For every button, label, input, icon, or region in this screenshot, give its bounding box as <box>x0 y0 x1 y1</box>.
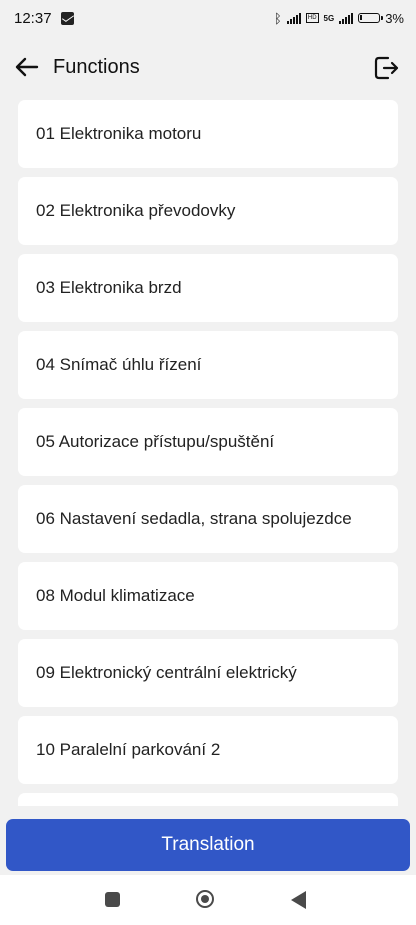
function-item[interactable]: 03 Elektronika brzd <box>18 254 398 322</box>
function-item[interactable]: 09 Elektronický centrální elektrický <box>18 639 398 707</box>
bluetooth-icon: ᛒ <box>274 10 282 26</box>
signal-icon <box>286 12 301 24</box>
function-item-label: 03 Elektronika brzd <box>36 278 182 297</box>
function-item-label: 10 Paralelní parkování 2 <box>36 740 221 759</box>
battery-level: 3% <box>385 10 404 26</box>
function-item[interactable]: 05 Autorizace přístupu/spuštění <box>18 408 398 476</box>
function-item-label: 01 Elektronika motoru <box>36 124 202 143</box>
function-item[interactable]: 06 Nastavení sedadla, strana spolujezdce <box>18 485 398 553</box>
battery-icon <box>358 13 384 23</box>
app-bar: Functions <box>0 44 416 92</box>
nav-back-icon[interactable] <box>291 891 306 909</box>
back-arrow-icon[interactable] <box>14 54 40 80</box>
function-item[interactable]: 04 Snímač úhlu řízení <box>18 331 398 399</box>
function-item[interactable]: 02 Elektronika převodovky <box>18 177 398 245</box>
home-icon[interactable] <box>196 890 214 908</box>
status-bar: 12:37 ᛒ HD 5G 3% <box>0 0 416 36</box>
function-item-label: 05 Autorizace přístupu/spuštění <box>36 432 275 451</box>
clock: 12:37 <box>14 9 52 27</box>
volte-icon: HD <box>305 13 319 23</box>
function-item-label: 02 Elektronika převodovky <box>36 201 236 220</box>
mail-notification-icon <box>60 11 74 25</box>
function-item[interactable] <box>18 793 398 806</box>
function-item-label: 04 Snímač úhlu řízení <box>36 355 202 374</box>
recent-apps-icon[interactable] <box>105 892 120 907</box>
function-item[interactable]: 01 Elektronika motoru <box>18 100 398 168</box>
function-list: 01 Elektronika motoru 02 Elektronika pře… <box>18 100 398 806</box>
logout-icon[interactable] <box>372 54 400 82</box>
page-title: Functions <box>53 56 140 78</box>
signal-icon-2 <box>339 12 354 24</box>
network-type: 5G <box>323 13 335 23</box>
system-nav-bar <box>0 875 416 925</box>
function-item[interactable]: 10 Paralelní parkování 2 <box>18 716 398 784</box>
translation-button[interactable]: Translation <box>6 819 410 871</box>
function-item-label: 08 Modul klimatizace <box>36 586 195 605</box>
function-item-label: 06 Nastavení sedadla, strana spolujezdce <box>36 509 352 528</box>
function-item[interactable]: 08 Modul klimatizace <box>18 562 398 630</box>
function-item-label: 09 Elektronický centrální elektrický <box>36 663 297 682</box>
